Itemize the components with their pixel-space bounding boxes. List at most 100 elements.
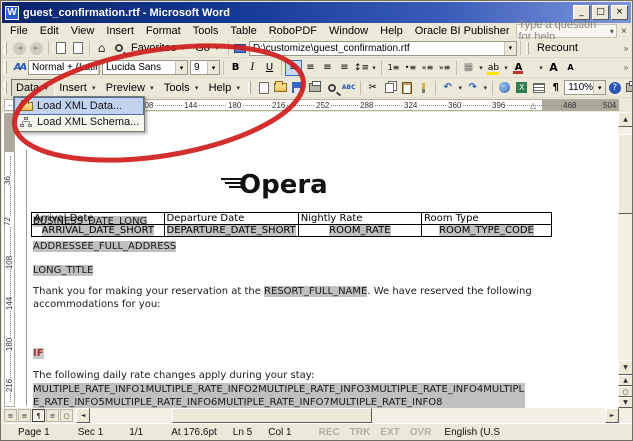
chevron-down-icon[interactable]: ▾: [477, 64, 485, 72]
next-page-icon[interactable]: ▼: [618, 397, 633, 408]
show-hide-pilcrow-icon[interactable]: ¶: [547, 80, 564, 96]
toolbar-grip[interactable]: [4, 61, 7, 74]
chevron-down-icon[interactable]: ▾: [207, 61, 219, 74]
underline-button[interactable]: U: [261, 60, 278, 76]
select-browse-object-icon[interactable]: ○: [618, 386, 633, 397]
reading-layout-view-button[interactable]: ○: [60, 409, 73, 422]
menu-tools[interactable]: Tools: [187, 24, 225, 39]
insert-table-icon[interactable]: [530, 80, 547, 96]
menu-table[interactable]: Table: [224, 24, 262, 39]
outline-view-button[interactable]: ≡: [46, 409, 59, 422]
line-spacing-button[interactable]: ↕≡: [353, 60, 370, 76]
rate-info-fields[interactable]: MULTIPLE_RATE_INFO1MULTIPLE_RATE_INFO2MU…: [33, 383, 525, 408]
back-icon[interactable]: ◄: [13, 42, 26, 55]
status-ovr-toggle[interactable]: OVR: [405, 427, 437, 438]
chevron-down-icon[interactable]: ▾: [610, 27, 614, 36]
menu-item-load-xml-data[interactable]: Load XML Data...: [15, 98, 143, 114]
menu-robopdf[interactable]: RoboPDF: [263, 24, 323, 39]
align-left-button[interactable]: ≡: [285, 60, 302, 76]
favorites-button[interactable]: Favorites ▾: [127, 39, 191, 57]
scroll-up-icon[interactable]: ▲: [618, 112, 633, 127]
close-button[interactable]: ×: [611, 5, 628, 20]
bip-preview-menu-button[interactable]: Preview ▾: [102, 79, 160, 97]
font-combo[interactable]: Lucida Sans ▾: [102, 60, 188, 75]
chevron-down-icon[interactable]: ▾: [370, 64, 378, 72]
previous-page-icon[interactable]: ▲: [618, 375, 633, 386]
toolbar-grip[interactable]: [248, 81, 251, 94]
type-a-question-box[interactable]: Type a question for help ▾: [516, 24, 617, 38]
stop-icon[interactable]: [52, 40, 69, 56]
vertical-ruler[interactable]: 36 72 108 144 180 216: [4, 113, 15, 407]
justify-button[interactable]: ≡: [336, 60, 353, 76]
horizontal-scroll-thumb[interactable]: [172, 408, 372, 423]
horizontal-scrollbar[interactable]: ≡ ≡ ¶ ≡ ○ ◄ ►: [2, 408, 633, 423]
redo-icon[interactable]: ↷: [464, 80, 481, 96]
field-departure-date-short[interactable]: DEPARTURE_DATE_SHORT: [167, 225, 296, 236]
cut-icon[interactable]: ✂: [364, 80, 381, 96]
toolbar-options-chevron[interactable]: »: [621, 63, 631, 72]
shrink-font-button[interactable]: A: [562, 60, 579, 76]
help-icon[interactable]: ?: [606, 80, 623, 96]
bip-tools-menu-button[interactable]: Tools ▾: [160, 79, 205, 97]
status-ext-toggle[interactable]: EXT: [375, 427, 404, 438]
chevron-down-icon[interactable]: ▾: [537, 64, 545, 72]
chevron-down-icon[interactable]: ▾: [504, 42, 516, 55]
menubar-close-icon[interactable]: ×: [620, 26, 628, 37]
align-center-button[interactable]: ≡: [302, 60, 319, 76]
menu-file[interactable]: File: [4, 24, 34, 39]
maximize-button[interactable]: □: [592, 5, 609, 20]
go-button[interactable]: Go ▾: [191, 39, 225, 57]
bullets-button[interactable]: •≡: [402, 60, 419, 76]
increase-indent-button[interactable]: »≡: [436, 60, 453, 76]
address-bar[interactable]: D:\customize\guest_confirmation.rtf ▾: [249, 41, 517, 56]
right-indent-marker[interactable]: △: [530, 101, 536, 110]
field-room-type-code[interactable]: ROOM_TYPE_CODE: [439, 225, 534, 236]
grow-font-button[interactable]: A: [545, 60, 562, 76]
borders-button[interactable]: ▦: [460, 60, 477, 76]
menu-view[interactable]: View: [65, 24, 101, 39]
toolbar-options-chevron[interactable]: »: [621, 44, 631, 53]
show-web-toolbar-icon[interactable]: [232, 40, 249, 56]
chevron-down-icon[interactable]: ▾: [481, 84, 489, 92]
home-icon[interactable]: ⌂: [93, 40, 110, 56]
vertical-scroll-thumb[interactable]: [618, 134, 633, 214]
chevron-down-icon[interactable]: ▾: [98, 61, 100, 74]
menu-window[interactable]: Window: [323, 24, 374, 39]
print-icon[interactable]: [306, 80, 323, 96]
chevron-down-icon[interactable]: ▾: [502, 64, 510, 72]
menu-insert[interactable]: Insert: [100, 24, 140, 39]
field-resort-full-name[interactable]: RESORT_FULL_NAME: [264, 286, 367, 297]
styles-and-formatting-icon[interactable]: AA: [11, 60, 28, 76]
field-room-rate[interactable]: ROOM_RATE: [329, 225, 390, 236]
search-web-icon[interactable]: [110, 40, 127, 56]
bip-data-menu-button[interactable]: Data ▾: [11, 79, 55, 97]
style-combo[interactable]: Normal + (Latir ▾: [28, 60, 100, 75]
scroll-down-icon[interactable]: ▼: [618, 360, 633, 375]
print-small-icon[interactable]: [623, 80, 633, 96]
field-multiple-rate-info[interactable]: MULTIPLE_RATE_INFO1MULTIPLE_RATE_INFO2MU…: [33, 383, 525, 408]
normal-view-button[interactable]: ≡: [4, 409, 17, 422]
italic-button[interactable]: I: [244, 60, 261, 76]
print-layout-view-button[interactable]: ¶: [32, 409, 45, 422]
paragraph-reservation[interactable]: Thank you for making your reservation at…: [33, 285, 588, 311]
web-layout-view-button[interactable]: ≡: [18, 409, 31, 422]
font-size-combo[interactable]: 9 ▾: [190, 60, 220, 75]
toolbar-grip[interactable]: [4, 42, 7, 55]
status-trk-toggle[interactable]: TRK: [345, 427, 376, 438]
if-form-field[interactable]: IF: [33, 348, 44, 359]
highlight-button[interactable]: ab: [485, 60, 502, 76]
print-preview-icon[interactable]: [323, 80, 340, 96]
forward-icon[interactable]: ►: [30, 42, 43, 55]
toolbar-grip[interactable]: [4, 81, 7, 94]
chevron-down-icon[interactable]: ▾: [593, 81, 605, 94]
menu-edit[interactable]: Edit: [34, 24, 65, 39]
paste-icon[interactable]: [398, 80, 415, 96]
menu-item-load-xml-schema[interactable]: Load XML Schema...: [15, 114, 143, 130]
scroll-right-icon[interactable]: ►: [605, 408, 619, 423]
open-icon[interactable]: [272, 80, 289, 96]
recount-button[interactable]: Recount: [533, 39, 582, 57]
zoom-combo[interactable]: 110% ▾: [564, 80, 606, 95]
bip-insert-menu-button[interactable]: Insert ▾: [55, 79, 102, 97]
status-rec-toggle[interactable]: REC: [314, 427, 345, 438]
decrease-indent-button[interactable]: «≡: [419, 60, 436, 76]
